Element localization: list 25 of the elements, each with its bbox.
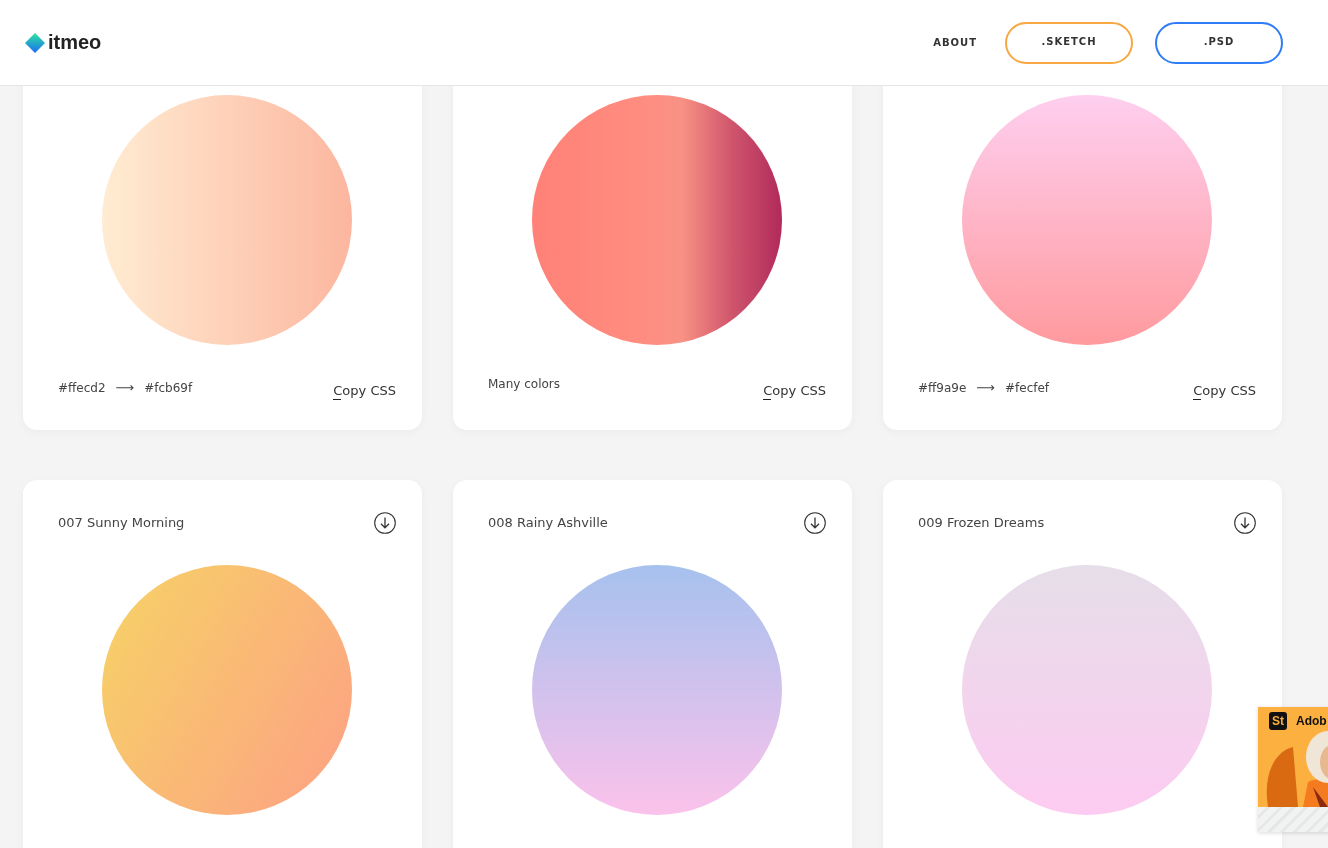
gradient-title: 009 Frozen Dreams — [918, 515, 1045, 530]
gradient-title: 008 Rainy Ashville — [488, 515, 608, 530]
gradient-title: 007 Sunny Morning — [58, 515, 185, 530]
end-color-code: #fecfef — [1004, 380, 1050, 395]
download-button[interactable]: .PSD — [1155, 21, 1283, 64]
download-icon[interactable] — [374, 511, 396, 534]
download-button[interactable]: .SKETCH — [1005, 21, 1133, 64]
copy-css-link[interactable]: Copy CSS — [1193, 383, 1256, 398]
ad-footer — [1258, 807, 1328, 832]
download-icon[interactable] — [1234, 511, 1256, 534]
copy-css-link[interactable]: Copy CSS — [763, 383, 826, 398]
arrow-glyph: ⟶ — [115, 380, 135, 395]
app-badge: St — [1269, 712, 1287, 730]
end-color-code: #fcb69f — [144, 380, 193, 395]
logo-text[interactable]: itmeo — [48, 31, 102, 54]
arrow-glyph: ⟶ — [976, 380, 995, 395]
ad-title: Adob — [1296, 714, 1327, 728]
download-icon[interactable] — [804, 511, 826, 534]
start-color-code: #ff9a9e — [918, 380, 967, 395]
start-color-code: #ffecd2 — [58, 380, 106, 395]
about-link[interactable]: ABOUT — [933, 37, 977, 48]
diamond-logo-icon — [25, 32, 45, 53]
copy-css-link[interactable]: Copy CSS — [333, 383, 396, 398]
colors-note: Many colors — [488, 377, 561, 393]
ad-banner[interactable]: St Adob — [1258, 707, 1328, 832]
